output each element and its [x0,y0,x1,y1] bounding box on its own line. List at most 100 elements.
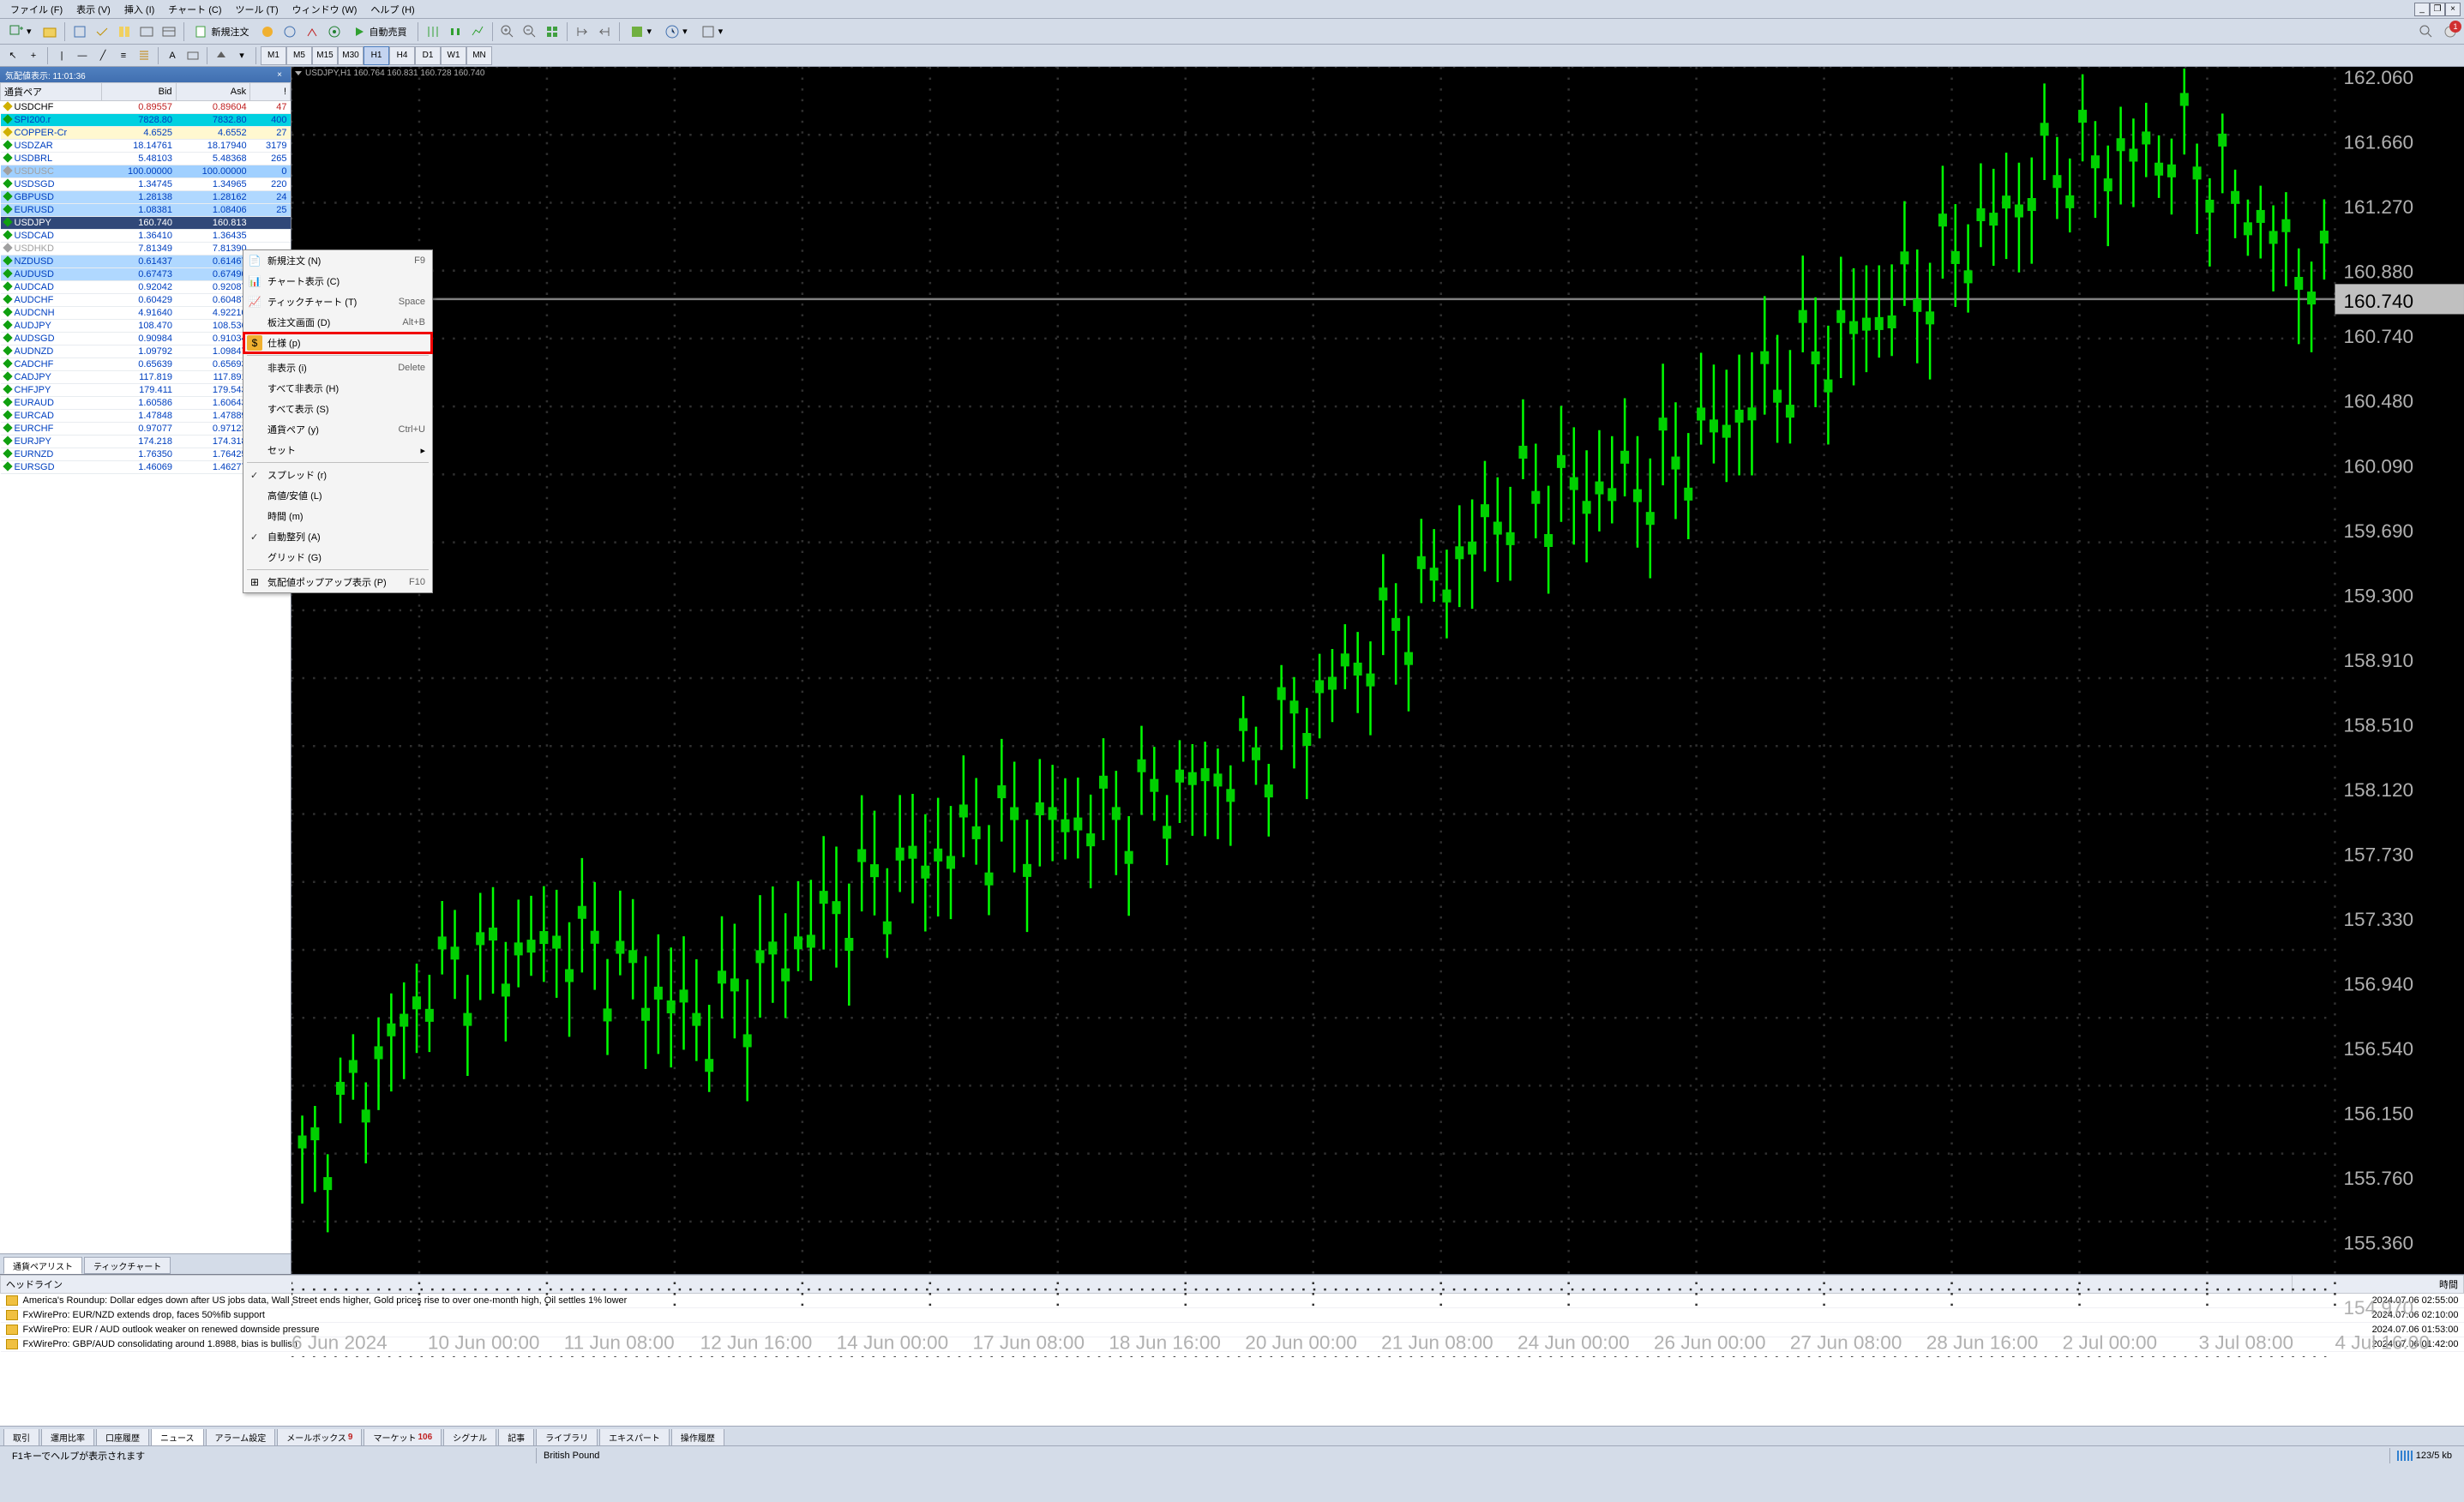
arrow-down-tool[interactable]: ▾ [232,46,251,65]
ctx-time[interactable]: 時間 (m) [243,506,432,526]
vps-button[interactable] [324,21,345,42]
mw-row-USDCAD[interactable]: USDCAD1.364101.36435 [1,230,291,243]
zoomout-button[interactable] [520,21,540,42]
ctx-hide[interactable]: 非表示 (i)Delete [243,357,432,378]
marketwatch-button[interactable] [69,21,90,42]
tab-article[interactable]: 記事 [498,1429,534,1446]
tab-signal[interactable]: シグナル [443,1429,496,1446]
tab-ophist[interactable]: 操作履歴 [671,1429,724,1446]
timeframe-W1[interactable]: W1 [441,46,466,65]
mw-row-USDBRL[interactable]: USDBRL5.481035.48368265 [1,153,291,165]
tab-mailbox[interactable]: メールボックス9 [277,1429,362,1446]
menu-file[interactable]: ファイル (F) [3,1,69,18]
tab-news[interactable]: ニュース [151,1429,204,1446]
mw-row-USDZAR[interactable]: USDZAR18.1476118.179403179 [1,140,291,153]
vline-tool[interactable]: | [52,46,71,65]
menu-window[interactable]: ウィンドウ (W) [285,1,364,18]
templates-button[interactable]: ▾ [695,21,730,42]
autoscroll-button[interactable] [542,21,562,42]
mw-col-bid[interactable]: Bid [101,83,176,101]
chart-pane[interactable]: USDJPY,H1 160.764 160.831 160.728 160.74… [291,67,2464,1274]
meta-icon[interactable] [257,21,278,42]
tab-ratio[interactable]: 運用比率 [41,1429,94,1446]
search-button[interactable] [2416,21,2437,42]
periods-button[interactable]: ▾ [659,21,694,42]
timeframe-M15[interactable]: M15 [312,46,338,65]
trendline-tool[interactable]: ╱ [93,46,112,65]
timeframe-D1[interactable]: D1 [415,46,441,65]
cursor-tool[interactable]: ↖ [3,46,22,65]
ctx-chart-view[interactable]: 📊チャート表示 (C) [243,271,432,291]
menu-chart[interactable]: チャート (C) [161,1,228,18]
tab-history[interactable]: 口座履歴 [96,1429,149,1446]
line-button[interactable] [467,21,488,42]
tab-expert[interactable]: エキスパート [599,1429,670,1446]
timeframe-M5[interactable]: M5 [286,46,312,65]
ctx-auto-arrange[interactable]: ✓自動整列 (A) [243,526,432,547]
mw-row-EURUSD[interactable]: EURUSD1.083811.0840625 [1,204,291,217]
timeframe-M30[interactable]: M30 [338,46,364,65]
tab-trade[interactable]: 取引 [3,1429,39,1446]
indicators-button[interactable]: ▾ [624,21,658,42]
mw-tab-tickchart[interactable]: ティックチャート [84,1257,171,1274]
tab-library[interactable]: ライブラリ [536,1429,598,1446]
mw-close-icon[interactable]: × [273,70,285,80]
mw-col-exc[interactable]: ! [250,83,291,101]
menu-insert[interactable]: 挿入 (I) [117,1,161,18]
ctx-show-all[interactable]: すべて表示 (S) [243,399,432,419]
mw-row-COPPER-Cr[interactable]: COPPER-Cr4.65254.655227 [1,127,291,140]
bars-button[interactable] [423,21,443,42]
new-chart-button[interactable]: ▾ [3,21,38,42]
profiles-button[interactable] [39,21,60,42]
menu-help[interactable]: ヘルプ (H) [364,1,421,18]
ctx-grid[interactable]: グリッド (G) [243,547,432,568]
mw-row-USDCHF[interactable]: USDCHF0.895570.8960447 [1,101,291,114]
tab-alarm[interactable]: アラーム設定 [206,1429,276,1446]
mw-row-GBPUSD[interactable]: GBPUSD1.281381.2816224 [1,191,291,204]
menu-view[interactable]: 表示 (V) [69,1,117,18]
candles-button[interactable] [445,21,466,42]
fibo-tool[interactable] [135,46,153,65]
mw-tab-pairlist[interactable]: 通貨ペアリスト [3,1257,82,1274]
ctx-highlow[interactable]: 高値/安値 (L) [243,485,432,506]
terminal-button[interactable] [136,21,157,42]
ctx-order-screen[interactable]: 板注文画面 (D)Alt+B [243,312,432,333]
win-minimize[interactable]: _ [2414,3,2430,16]
ctx-spec[interactable]: $仕様 (p) [243,333,432,353]
zoomin-button[interactable] [497,21,518,42]
ctx-popup[interactable]: ⊞気配値ポップアップ表示 (P)F10 [243,572,432,592]
win-restore[interactable]: ❐ [2430,3,2445,16]
autotrade-button[interactable]: 自動売買 [346,21,413,42]
arrow-up-tool[interactable] [212,46,231,65]
shift2-button[interactable] [594,21,615,42]
mw-row-USDJPY[interactable]: USDJPY160.740160.813 [1,217,291,230]
win-close[interactable]: × [2445,3,2461,16]
shift-button[interactable] [572,21,592,42]
ctx-tick-chart[interactable]: 📈ティックチャート (T)Space [243,291,432,312]
timeframe-M1[interactable]: M1 [261,46,286,65]
ctx-new-order[interactable]: 📄新規注文 (N)F9 [243,250,432,271]
datawindow-button[interactable] [92,21,112,42]
ctx-set[interactable]: セット▸ [243,440,432,460]
timeframe-H1[interactable]: H1 [364,46,389,65]
signal-button[interactable] [302,21,322,42]
crosshair-tool[interactable]: + [24,46,43,65]
expert-button[interactable] [279,21,300,42]
mw-row-SPI200.r[interactable]: SPI200.r7828.807832.80400 [1,114,291,127]
new-order-button[interactable]: 新規注文 [189,21,255,42]
notification-button[interactable] [2440,21,2461,42]
label-tool[interactable] [183,46,202,65]
hline-tool[interactable]: — [73,46,92,65]
ctx-hide-all[interactable]: すべて非表示 (H) [243,378,432,399]
ctx-pairs[interactable]: 通貨ペア (y)Ctrl+U [243,419,432,440]
chart-menu-icon[interactable] [295,71,302,75]
ctx-spread[interactable]: ✓スプレッド (r) [243,465,432,485]
channel-tool[interactable]: ≡ [114,46,133,65]
strategy-button[interactable] [159,21,179,42]
mw-row-USDUSC[interactable]: USDUSC100.00000100.000000 [1,165,291,178]
tab-market[interactable]: マーケット106 [364,1429,442,1446]
timeframe-H4[interactable]: H4 [389,46,415,65]
navigator-button[interactable] [114,21,135,42]
text-tool[interactable]: A [163,46,182,65]
mw-row-USDSGD[interactable]: USDSGD1.347451.34965220 [1,178,291,191]
